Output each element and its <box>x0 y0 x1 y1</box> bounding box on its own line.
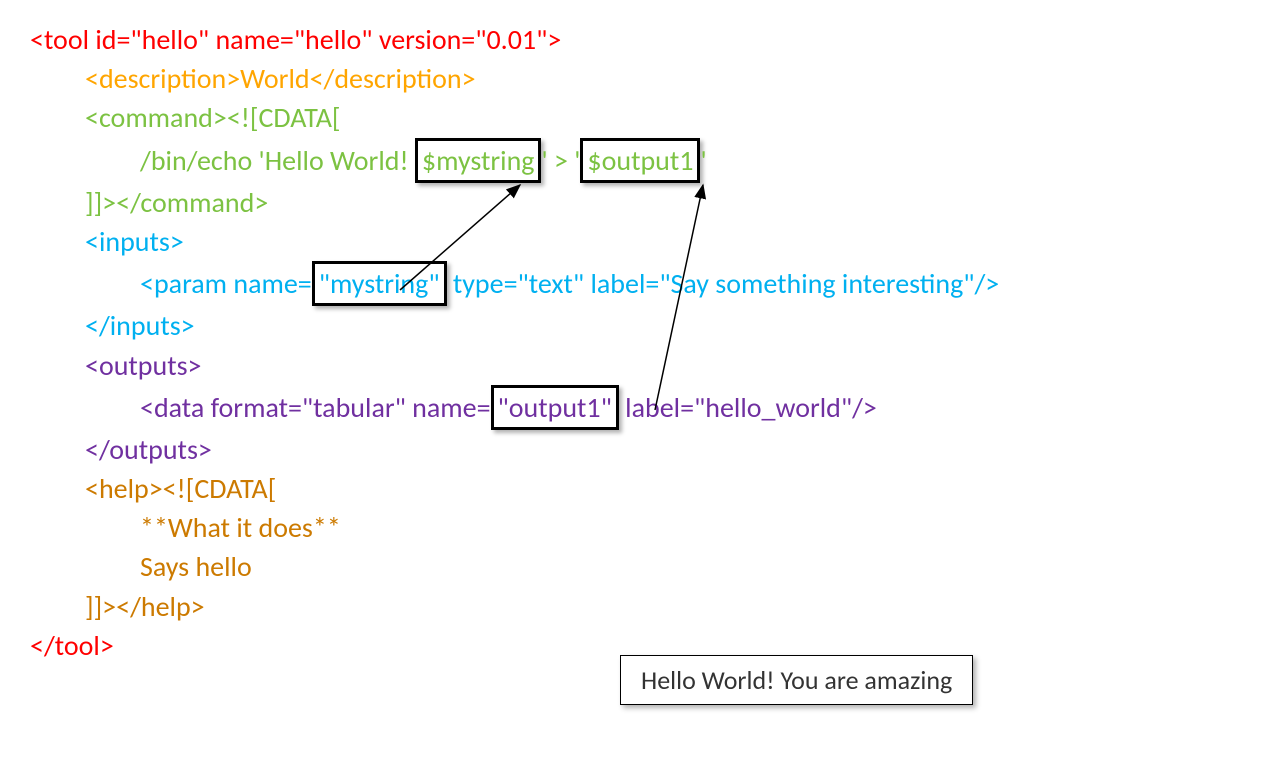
help-line1: **What it does** <box>30 508 1250 547</box>
help-open: <help><![CDATA[ <box>30 469 1250 508</box>
command-body: /bin/echo 'Hello World! $mystring' > '$o… <box>30 138 1250 183</box>
param-suffix: type="text" label="Say something interes… <box>447 266 1000 301</box>
command-open: <command><![CDATA[ <box>30 98 1250 137</box>
param-tag: <param name="mystring" type="text" label… <box>30 261 1250 306</box>
outputs-open: <outputs> <box>30 346 1250 385</box>
cmd-prefix: /bin/echo 'Hello World! <box>140 143 415 178</box>
data-suffix: label="hello_world"/> <box>619 390 877 425</box>
param-prefix: <param name= <box>140 266 312 301</box>
output-result-box: Hello World! You are amazing <box>620 655 973 705</box>
outputs-close: </outputs> <box>30 430 1250 469</box>
help-close: ]]></help> <box>30 587 1250 626</box>
data-tag: <data format="tabular" name="output1" la… <box>30 385 1250 430</box>
output1-ref-box: $output1 <box>580 138 700 183</box>
mystring-def-box: "mystring" <box>312 261 447 306</box>
cmd-suffix: ' <box>700 143 706 178</box>
command-close: ]]></command> <box>30 183 1250 222</box>
cmd-mid: ' > ' <box>541 143 580 178</box>
help-line2: Says hello <box>30 547 1250 586</box>
data-prefix: <data format="tabular" name= <box>140 390 491 425</box>
tool-open-tag: <tool id="hello" name="hello" version="0… <box>30 20 1250 59</box>
output1-def-box: "output1" <box>491 385 619 430</box>
inputs-close: </inputs> <box>30 306 1250 345</box>
inputs-open: <inputs> <box>30 222 1250 261</box>
description-tag: <description>World</description> <box>30 59 1250 98</box>
mystring-ref-box: $mystring <box>415 138 542 183</box>
xml-code-diagram: <tool id="hello" name="hello" version="0… <box>30 20 1250 665</box>
